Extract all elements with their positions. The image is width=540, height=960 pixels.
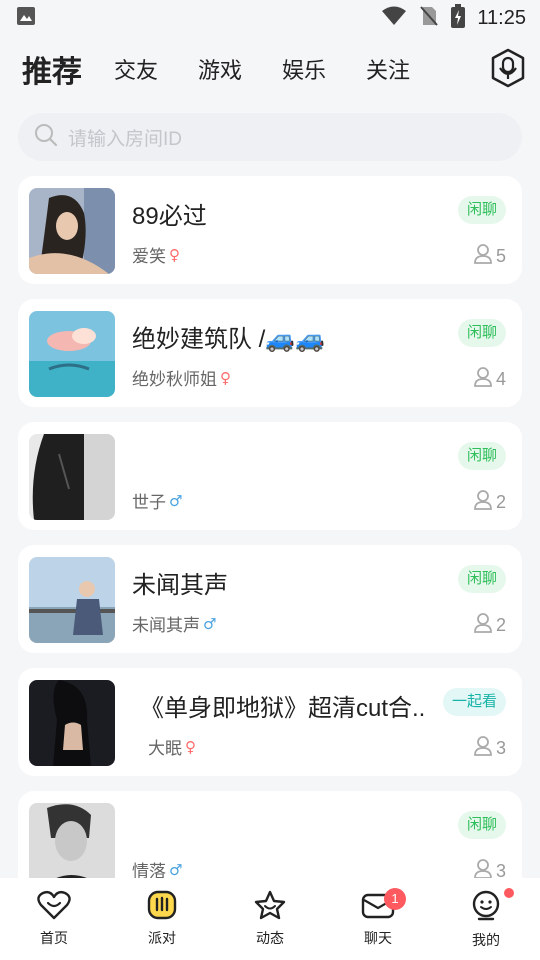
- gallery-notification-icon: [16, 6, 36, 30]
- wifi-icon: [381, 6, 407, 30]
- owner-name: 绝妙秋师姐: [132, 370, 217, 389]
- tab-profile[interactable]: 我的: [432, 878, 540, 960]
- room-tag: 闲聊: [457, 811, 506, 839]
- room-title: 《单身即地狱》超清cut合..: [140, 695, 426, 722]
- room-cover-image: [29, 311, 115, 397]
- male-icon: ♂: [169, 491, 183, 510]
- male-icon: ♂: [169, 860, 183, 879]
- room-tag: 闲聊: [457, 565, 506, 593]
- room-owner: 绝妙秋师姐 ♀: [132, 365, 231, 390]
- heart-home-icon: [37, 890, 71, 924]
- person-icon: [474, 613, 492, 637]
- female-icon: ♀: [220, 368, 231, 387]
- search-icon: [34, 123, 58, 151]
- tab-games[interactable]: 游戏: [198, 53, 242, 85]
- tab-label: 我的: [472, 932, 500, 948]
- status-bar: 11:25: [0, 0, 540, 36]
- person-icon: [474, 244, 492, 268]
- tab-moments[interactable]: 动态: [216, 878, 324, 960]
- member-count: 3: [474, 736, 506, 760]
- room-cover-image: [29, 434, 115, 520]
- tab-recommend[interactable]: 推荐: [22, 47, 82, 91]
- person-icon: [474, 490, 492, 514]
- battery-charging-icon: [451, 4, 466, 32]
- room-title: 89必过: [132, 203, 207, 230]
- person-icon: [474, 736, 492, 760]
- room-cover-image: [29, 557, 115, 643]
- room-owner: 大眠 ♀: [148, 734, 196, 759]
- female-icon: ♀: [185, 737, 196, 756]
- search-bar[interactable]: 请输入房间ID: [18, 113, 522, 161]
- tab-label: 派对: [148, 930, 176, 946]
- clock: 11:25: [477, 6, 526, 29]
- search-input[interactable]: 请输入房间ID: [68, 124, 182, 151]
- owner-name: 大眠: [148, 739, 182, 758]
- tab-label: 首页: [40, 930, 68, 946]
- room-cover-image: [29, 188, 115, 274]
- female-icon: ♀: [169, 245, 180, 264]
- room-card[interactable]: 绝妙建筑队 /🚙🚙 绝妙秋师姐 ♀ 闲聊 4: [18, 299, 522, 407]
- male-icon: ♂: [203, 614, 217, 633]
- room-title: 绝妙建筑队 /🚙🚙: [132, 326, 326, 353]
- room-card[interactable]: 《单身即地狱》超清cut合.. 大眠 ♀ 一起看 3: [18, 668, 522, 776]
- tab-label: 动态: [256, 930, 284, 946]
- room-tag: 闲聊: [457, 196, 506, 224]
- tab-friends[interactable]: 交友: [114, 53, 158, 85]
- bottom-tab-bar: 首页 派对 动态 1 聊天 我的: [0, 878, 540, 960]
- room-card[interactable]: 世子 ♂ 闲聊 2: [18, 422, 522, 530]
- person-icon: [474, 367, 492, 391]
- owner-name: 未闻其声: [132, 616, 200, 635]
- tab-home[interactable]: 首页: [0, 878, 108, 960]
- room-title: 未闻其声: [132, 572, 228, 599]
- room-tag: 一起看: [442, 688, 506, 716]
- room-list: 89必过 爱笑 ♀ 闲聊 5 绝妙建筑队 /🚙🚙 绝妙秋师姐 ♀ 闲聊 4 世子…: [18, 176, 522, 914]
- star-moments-icon: [254, 890, 286, 924]
- tab-party[interactable]: 派对: [108, 878, 216, 960]
- room-card[interactable]: 89必过 爱笑 ♀ 闲聊 5: [18, 176, 522, 284]
- room-owner: 未闻其声 ♂: [132, 611, 216, 636]
- no-sim-icon: [419, 5, 439, 31]
- party-icon: [147, 890, 177, 924]
- owner-name: 爱笑: [132, 247, 166, 266]
- room-owner: 爱笑 ♀: [132, 242, 180, 267]
- notification-dot: [504, 888, 514, 898]
- room-cover-image: [29, 680, 115, 766]
- member-count: 4: [474, 367, 506, 391]
- room-card[interactable]: 未闻其声 未闻其声 ♂ 闲聊 2: [18, 545, 522, 653]
- room-owner: 世子 ♂: [132, 488, 182, 513]
- member-count-value: 4: [495, 368, 506, 389]
- microphone-room-icon[interactable]: [490, 48, 526, 88]
- room-cover-image: [29, 803, 115, 889]
- room-tag: 闲聊: [457, 319, 506, 347]
- unread-badge: 1: [384, 888, 406, 910]
- member-count-value: 5: [495, 245, 506, 266]
- member-count-value: 2: [495, 491, 506, 512]
- member-count-value: 3: [495, 737, 506, 758]
- top-nav: 推荐 交友 游戏 娱乐 关注: [0, 44, 540, 94]
- tab-following[interactable]: 关注: [366, 53, 410, 85]
- member-count: 2: [474, 490, 506, 514]
- member-count-value: 2: [495, 614, 506, 635]
- tab-entertainment[interactable]: 娱乐: [282, 53, 326, 85]
- member-count: 5: [474, 244, 506, 268]
- smile-profile-icon: [471, 890, 501, 926]
- tab-chat[interactable]: 1 聊天: [324, 878, 432, 960]
- room-tag: 闲聊: [457, 442, 506, 470]
- owner-name: 世子: [132, 493, 166, 512]
- member-count: 2: [474, 613, 506, 637]
- tab-label: 聊天: [364, 930, 392, 946]
